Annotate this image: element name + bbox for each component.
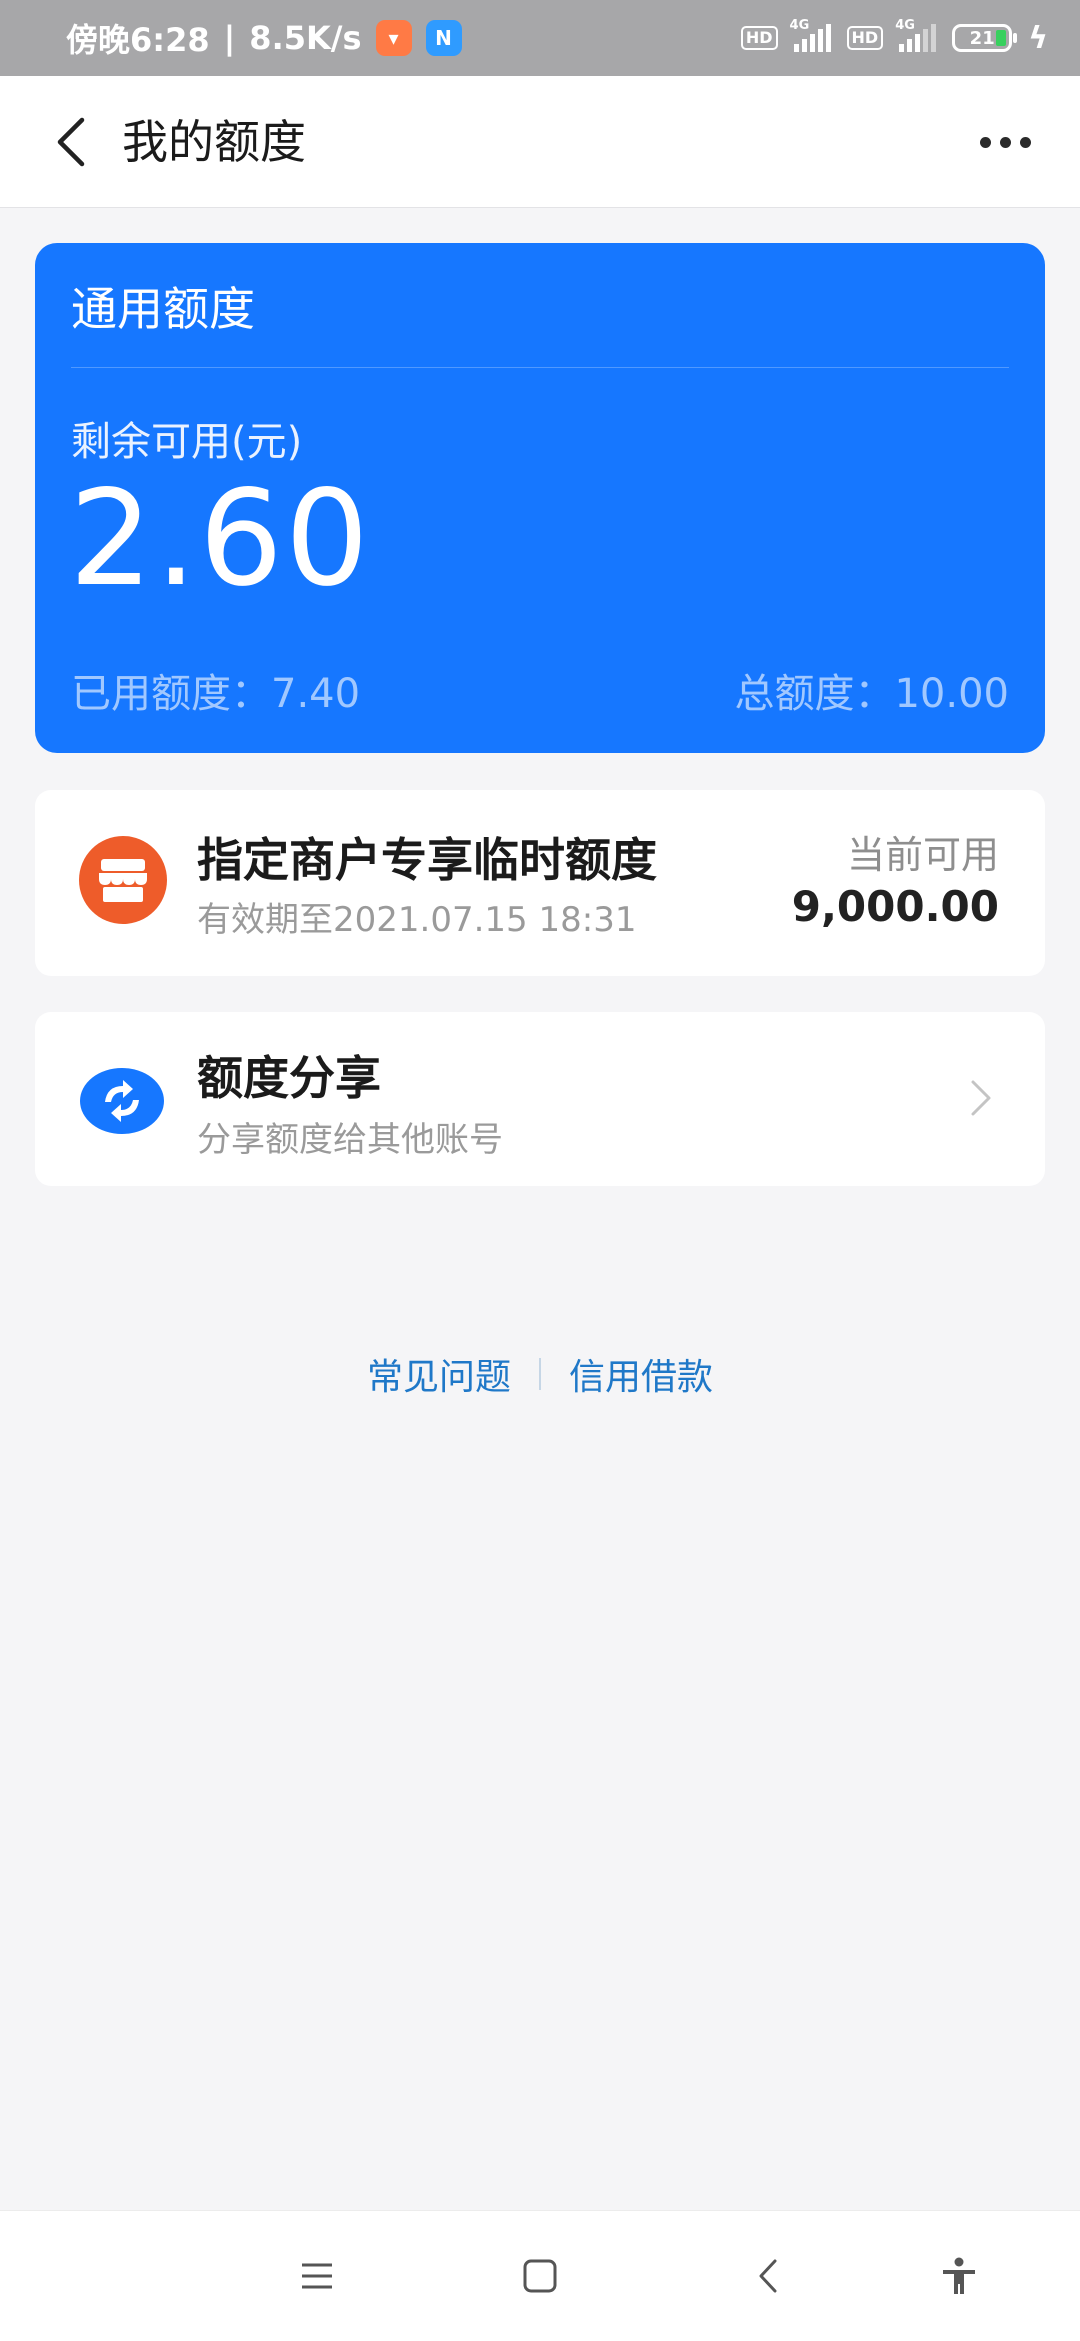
more-dot-icon (979, 136, 991, 148)
more-dot-icon (1019, 136, 1031, 148)
quota-divider (71, 367, 1009, 368)
available-label: 当前可用 (846, 833, 999, 877)
used-quota: 已用额度：7.40 (71, 661, 360, 719)
link-separator (539, 1358, 541, 1390)
status-left: 傍晚6:28 | 8.5K/s ▾ N (66, 15, 462, 61)
merchant-title: 指定商户专享临时额度 (197, 833, 657, 887)
back-arrow-icon (57, 117, 85, 167)
chevron-right-icon (961, 1076, 1001, 1120)
status-right: HD 4G HD 4G 21 ϟ (740, 18, 1048, 56)
hd-icon: HD (740, 26, 778, 50)
remaining-amount: 2.60 (69, 462, 371, 616)
back-icon[interactable] (733, 2241, 803, 2311)
used-label: 已用额度： (71, 671, 271, 717)
share-exchange-icon (77, 1056, 167, 1146)
total-label: 总额度： (734, 671, 895, 717)
status-separator: | (223, 19, 236, 57)
signal-icon: 4G (895, 18, 937, 52)
back-button[interactable] (40, 112, 100, 172)
status-bar: 傍晚6:28 | 8.5K/s ▾ N HD 4G HD 4G 21 ϟ (0, 0, 1080, 76)
quota-share-card[interactable]: 额度分享 分享额度给其他账号 (35, 1012, 1045, 1186)
more-options-button[interactable] (970, 122, 1040, 162)
network-gen-label: 4G (895, 18, 915, 33)
faq-link[interactable]: 常见问题 (367, 1348, 511, 1400)
system-nav-bar (0, 2210, 1080, 2341)
used-value: 7.40 (271, 671, 361, 717)
credit-loan-link[interactable]: 信用借款 (569, 1348, 713, 1400)
accessibility-icon[interactable] (924, 2241, 994, 2311)
general-quota-card: 通用额度 剩余可用(元) 2.60 已用额度：7.40 总额度：10.00 (35, 243, 1045, 753)
status-time: 傍晚6:28 (66, 21, 210, 59)
validity-text: 有效期至2021.07.15 18:31 (197, 900, 637, 940)
share-subtitle: 分享额度给其他账号 (197, 1120, 503, 1160)
more-dot-icon (999, 136, 1011, 148)
charging-icon: ϟ (1028, 20, 1048, 56)
network-speed: 8.5K/s (249, 19, 362, 57)
battery-icon: 21 (952, 24, 1018, 52)
quota-title: 通用额度 (71, 282, 255, 336)
header: 我的额度 (0, 76, 1080, 208)
menu-icon[interactable] (282, 2241, 352, 2311)
shopping-app-icon: ▾ (375, 20, 412, 56)
hd-icon: HD (846, 26, 884, 50)
total-value: 10.00 (894, 671, 1009, 717)
home-icon[interactable] (505, 2241, 575, 2311)
page-title: 我的额度 (122, 115, 306, 169)
merchant-temp-quota-card[interactable]: 指定商户专享临时额度 有效期至2021.07.15 18:31 当前可用 9,0… (35, 790, 1045, 976)
total-quota: 总额度：10.00 (734, 661, 1009, 719)
available-amount: 9,000.00 (791, 882, 999, 931)
network-gen-label: 4G (789, 18, 810, 33)
battery-level: 21 (969, 27, 995, 49)
footer-links: 常见问题 信用借款 (0, 1348, 1080, 1400)
store-icon (79, 836, 167, 924)
share-title: 额度分享 (197, 1051, 381, 1105)
n-app-icon: N (425, 20, 462, 56)
signal-icon: 4G (790, 18, 831, 52)
remaining-label: 剩余可用(元) (71, 419, 303, 465)
